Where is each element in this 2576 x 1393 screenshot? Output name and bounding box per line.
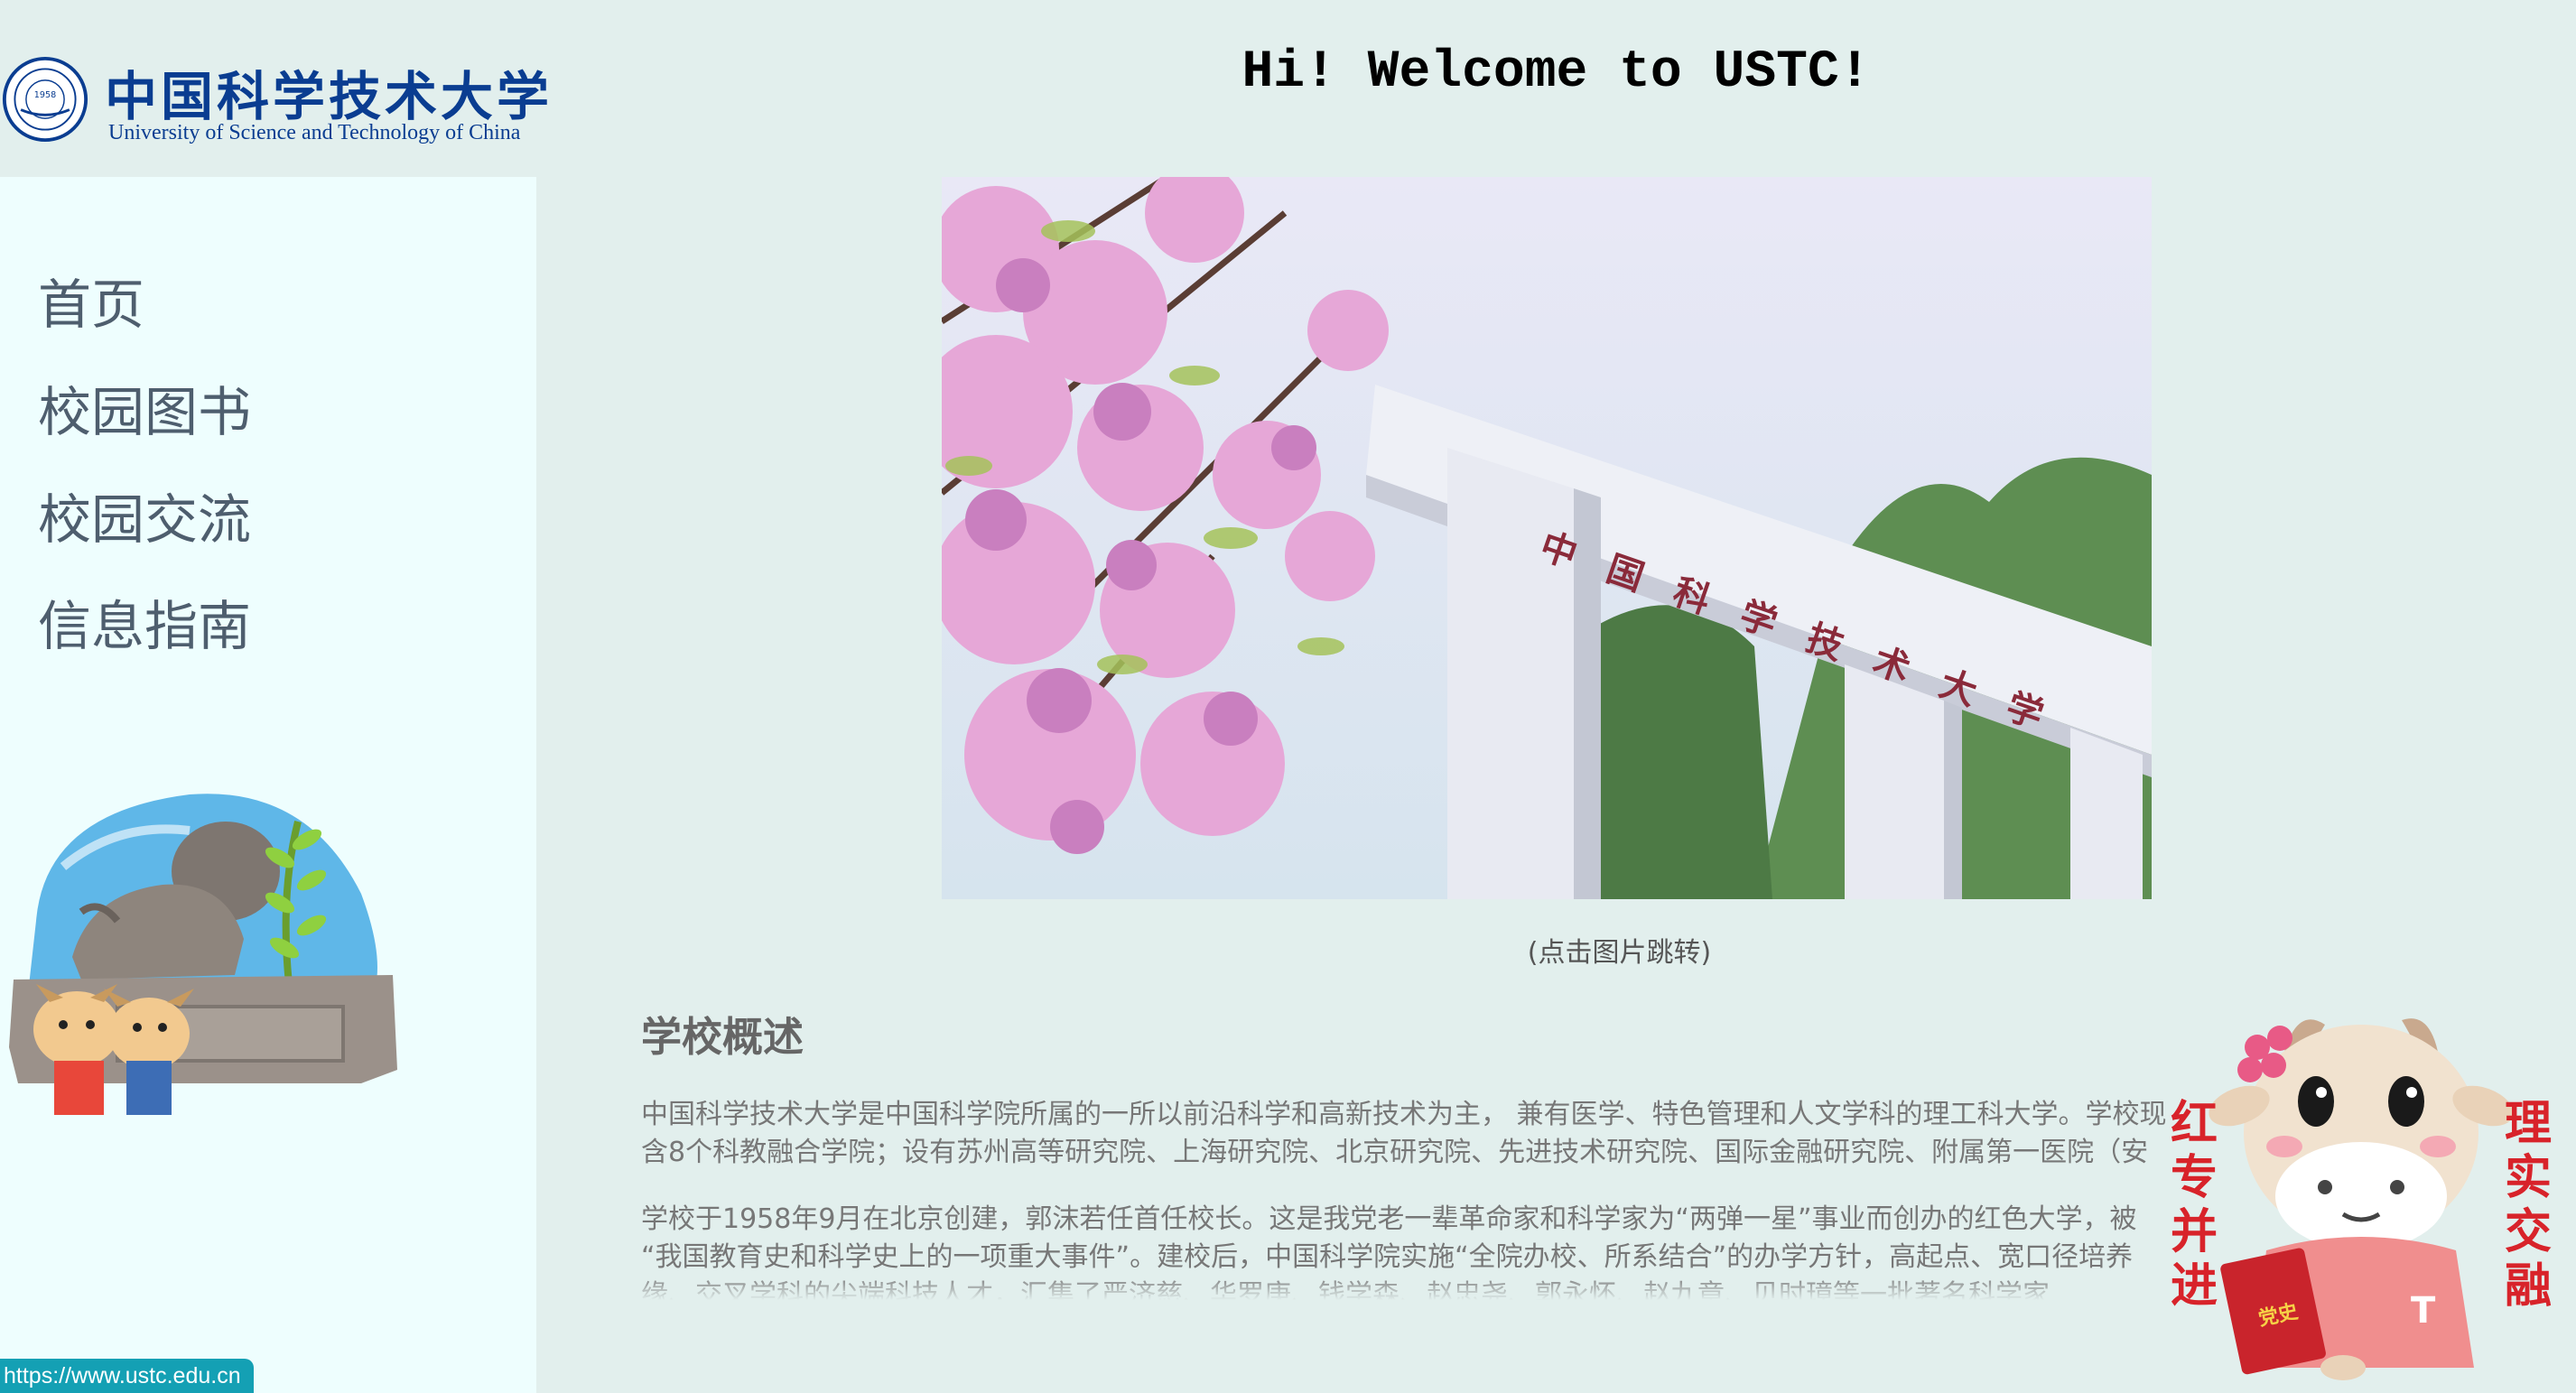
nav-item-info-guide[interactable]: 信息指南	[38, 583, 251, 660]
image-caption: (点击图片跳转)	[1527, 937, 1712, 969]
nav-item-campus-exchange[interactable]: 校园交流	[38, 477, 251, 553]
mascot-statue-illustration	[9, 794, 397, 1115]
nav-item-campus-books[interactable]: 校园图书	[38, 369, 251, 446]
welcome-heading: Hi! Welcome to USTC!	[1242, 43, 1871, 102]
mascot-cow-overlay: 党史 T 红 专 并 进 理 实 交 融	[2167, 989, 2564, 1386]
shirt-text: T	[2411, 1290, 2436, 1332]
slogan-left-char: 进	[2170, 1258, 2218, 1314]
slogan-right-char: 理	[2504, 1096, 2552, 1151]
slogan-right-char: 交	[2504, 1204, 2552, 1259]
seal-year: 1958	[34, 90, 56, 100]
slogan-left-char: 专	[2170, 1150, 2218, 1205]
slogan-left-char: 红	[2170, 1096, 2218, 1151]
campus-gate-photo[interactable]: 中国科学技术大学	[942, 177, 2152, 899]
slogan-right-char: 实	[2504, 1150, 2552, 1205]
slogan-left-char: 并	[2170, 1204, 2218, 1259]
overview-heading: 学校概述	[641, 1013, 804, 1061]
logo-header[interactable]: 1958 中国科学技术大学 University of Science and …	[0, 0, 549, 177]
nav-item-home[interactable]: 首页	[38, 262, 144, 339]
logo-title-cn: 中国科学技术大学	[105, 66, 553, 127]
logo-title-en: University of Science and Technology of …	[108, 121, 521, 144]
slogan-right-char: 融	[2504, 1258, 2552, 1314]
status-bar-url: https://www.ustc.edu.cn	[0, 1359, 254, 1393]
ustc-seal-icon: 1958	[2, 56, 88, 143]
